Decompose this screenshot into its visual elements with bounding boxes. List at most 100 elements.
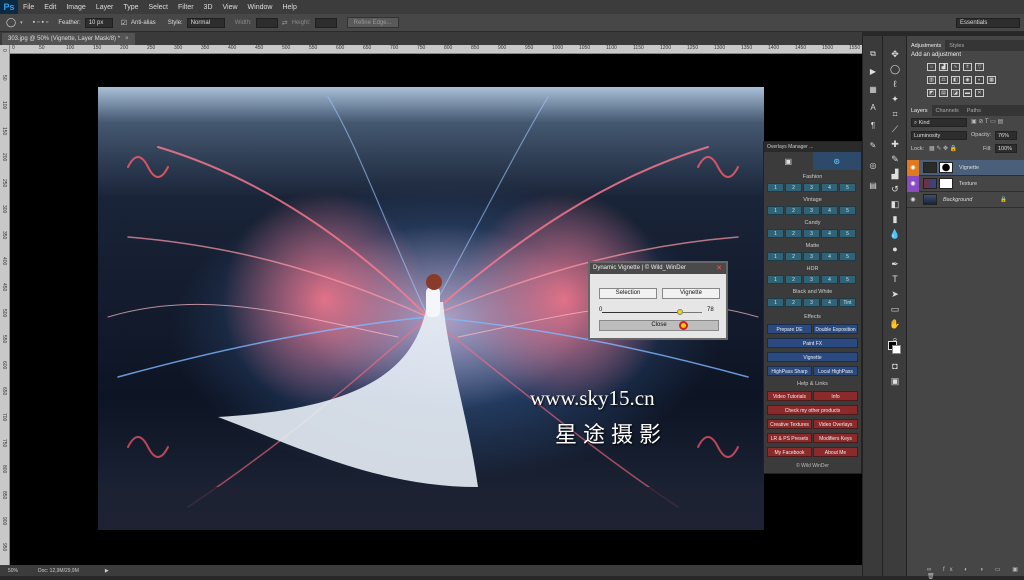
move-tool-icon[interactable]: ✥ bbox=[888, 48, 902, 60]
selection-button[interactable]: Selection bbox=[599, 288, 657, 299]
menu-help[interactable]: Help bbox=[277, 4, 301, 11]
overlay-number-button[interactable]: 5 bbox=[839, 183, 856, 192]
shape-tool-icon[interactable]: ▭ bbox=[888, 303, 902, 315]
feather-input[interactable]: 10 px bbox=[84, 17, 113, 28]
my-facebook-button[interactable]: My Facebook bbox=[767, 447, 812, 457]
posterize-icon[interactable]: ▤ bbox=[939, 89, 948, 97]
overlay-number-button[interactable]: 5 bbox=[839, 206, 856, 215]
overlay-number-button[interactable]: 1 bbox=[767, 229, 784, 238]
overlay-number-button[interactable]: 4 bbox=[821, 229, 838, 238]
layer-row[interactable]: ◉ Background 🔒 bbox=[907, 192, 1024, 208]
vignette-button[interactable]: Vignette bbox=[767, 352, 858, 362]
overlay-number-button[interactable]: 3 bbox=[803, 229, 820, 238]
paint-fx-button[interactable]: Paint FX bbox=[767, 338, 858, 348]
overlay-number-button[interactable]: 4 bbox=[821, 275, 838, 284]
paragraph-icon[interactable]: ¶ bbox=[867, 120, 879, 132]
lock-icons[interactable]: ▦ ✎ ✥ 🔒 bbox=[929, 145, 957, 152]
layer-filter-select[interactable]: ⌕ Kind bbox=[911, 118, 967, 127]
prepare-de-button[interactable]: Prepare DE bbox=[767, 324, 812, 334]
overlay-number-button[interactable]: 1 bbox=[767, 252, 784, 261]
menu-view[interactable]: View bbox=[218, 4, 243, 11]
overlay-number-button[interactable]: 2 bbox=[785, 275, 802, 284]
play-icon[interactable]: ▶ bbox=[105, 568, 109, 574]
menu-file[interactable]: File bbox=[18, 4, 39, 11]
menu-3d[interactable]: 3D bbox=[199, 4, 218, 11]
swatches-icon[interactable]: ▦ bbox=[867, 84, 879, 96]
overlay-number-button[interactable]: 4 bbox=[821, 206, 838, 215]
modifiers-keys-button[interactable]: Modifiers Keys bbox=[813, 433, 858, 443]
lasso-tool-icon[interactable]: ℓ bbox=[888, 78, 902, 90]
vibrance-icon[interactable]: ▽ bbox=[975, 63, 984, 71]
brush-tool-icon[interactable]: ✎ bbox=[888, 153, 902, 165]
width-input[interactable] bbox=[255, 17, 278, 28]
tab-styles[interactable]: Styles bbox=[945, 40, 968, 51]
color-lookup-icon[interactable]: ▦ bbox=[987, 76, 996, 84]
overlay-number-button[interactable]: 3 bbox=[803, 206, 820, 215]
exposure-icon[interactable]: ± bbox=[963, 63, 972, 71]
vignette-slider[interactable] bbox=[602, 309, 702, 315]
highpass-sharp-button[interactable]: HighPass Sharp bbox=[767, 366, 812, 376]
overlay-number-button[interactable]: 1 bbox=[767, 275, 784, 284]
overlay-number-button[interactable]: 1 bbox=[767, 206, 784, 215]
opacity-input[interactable]: 76% bbox=[995, 131, 1017, 140]
type-tool-icon[interactable]: T bbox=[888, 273, 902, 285]
color-balance-icon[interactable]: ⚖ bbox=[939, 76, 948, 84]
overlay-number-button[interactable]: 2 bbox=[785, 183, 802, 192]
style-select[interactable]: Normal bbox=[186, 17, 225, 28]
filter-icons[interactable]: ▣ ⊘ T ▭ ▤ bbox=[971, 118, 1003, 125]
close-button[interactable]: Close bbox=[599, 320, 719, 331]
menu-select[interactable]: Select bbox=[144, 4, 173, 11]
close-icon[interactable]: × bbox=[125, 36, 129, 42]
dialog-title[interactable]: Dynamic Vignette | © Wild_WinDer bbox=[590, 263, 726, 274]
overlay-number-button[interactable]: 1 bbox=[767, 183, 784, 192]
menu-window[interactable]: Window bbox=[243, 4, 278, 11]
overlay-number-button[interactable]: 3 bbox=[803, 298, 820, 307]
curves-icon[interactable]: ∿ bbox=[951, 63, 960, 71]
crop-tool-icon[interactable]: ⌗ bbox=[888, 108, 902, 120]
photo-filter-icon[interactable]: ◉ bbox=[963, 76, 972, 84]
about-me-button[interactable]: About Me bbox=[813, 447, 858, 457]
tab-adjustments[interactable]: Adjustments bbox=[907, 40, 946, 51]
menu-layer[interactable]: Layer bbox=[91, 4, 119, 11]
eraser-tool-icon[interactable]: ◧ bbox=[888, 198, 902, 210]
overlay-number-button[interactable]: 4 bbox=[821, 252, 838, 261]
gradient-tool-icon[interactable]: ▮ bbox=[888, 213, 902, 225]
lr-ps-presets-button[interactable]: LR & PS Presets bbox=[767, 433, 812, 443]
history-icon[interactable]: ⧉ bbox=[867, 48, 879, 60]
brush-preset-icon[interactable]: ✎ bbox=[867, 140, 879, 152]
selective-color-icon[interactable]: ✕ bbox=[975, 89, 984, 97]
selection-mode-icons[interactable]: ▪ ▫ ▪ ▫ bbox=[33, 19, 49, 26]
layer-row[interactable]: ◉ Vignette bbox=[907, 159, 1024, 176]
fill-input[interactable]: 100% bbox=[995, 144, 1017, 153]
overlay-number-button[interactable]: 1 bbox=[767, 298, 784, 307]
close-icon[interactable]: ✕ bbox=[714, 264, 724, 273]
eyedropper-tool-icon[interactable]: ⟋ bbox=[888, 123, 902, 135]
overlays-tab-effects[interactable]: ⊛ bbox=[812, 152, 861, 170]
screen-mode-icon[interactable]: ▣ bbox=[888, 375, 902, 387]
check-products-button[interactable]: Check my other products bbox=[767, 405, 858, 415]
overlay-number-button[interactable]: 3 bbox=[803, 183, 820, 192]
double-exposition-button[interactable]: Double Exposition bbox=[813, 324, 858, 334]
slider-knob[interactable] bbox=[677, 309, 683, 315]
brightness-icon[interactable]: ☼ bbox=[927, 63, 936, 71]
healing-tool-icon[interactable]: ✚ bbox=[888, 138, 902, 150]
channel-mixer-icon[interactable]: ◐ bbox=[975, 76, 984, 84]
overlay-number-button[interactable]: 3 bbox=[803, 275, 820, 284]
gradient-map-icon[interactable]: ▬ bbox=[963, 89, 972, 97]
eye-icon[interactable]: ◉ bbox=[907, 196, 919, 203]
dodge-tool-icon[interactable]: ● bbox=[888, 243, 902, 255]
layers-footer-icons[interactable]: ∞ fx ◐ ◑ ▭ ▣ 🗑 bbox=[927, 566, 1024, 580]
antialias-checkbox-icon[interactable]: ☑ bbox=[121, 19, 127, 27]
overlay-number-button[interactable]: Tint bbox=[839, 298, 856, 307]
black-white-icon[interactable]: ◧ bbox=[951, 76, 960, 84]
hand-tool-icon[interactable]: ✋ bbox=[888, 318, 902, 330]
tab-channels[interactable]: Channels bbox=[932, 105, 963, 116]
menu-type[interactable]: Type bbox=[118, 4, 143, 11]
invert-icon[interactable]: ◩ bbox=[927, 89, 936, 97]
character-icon[interactable]: A bbox=[867, 102, 879, 114]
overlay-number-button[interactable]: 3 bbox=[803, 252, 820, 261]
elliptical-marquee-icon[interactable]: ◯ bbox=[6, 17, 16, 28]
levels-icon[interactable]: ▟ bbox=[939, 63, 948, 71]
menu-image[interactable]: Image bbox=[61, 4, 90, 11]
tab-layers[interactable]: Layers bbox=[907, 105, 932, 116]
